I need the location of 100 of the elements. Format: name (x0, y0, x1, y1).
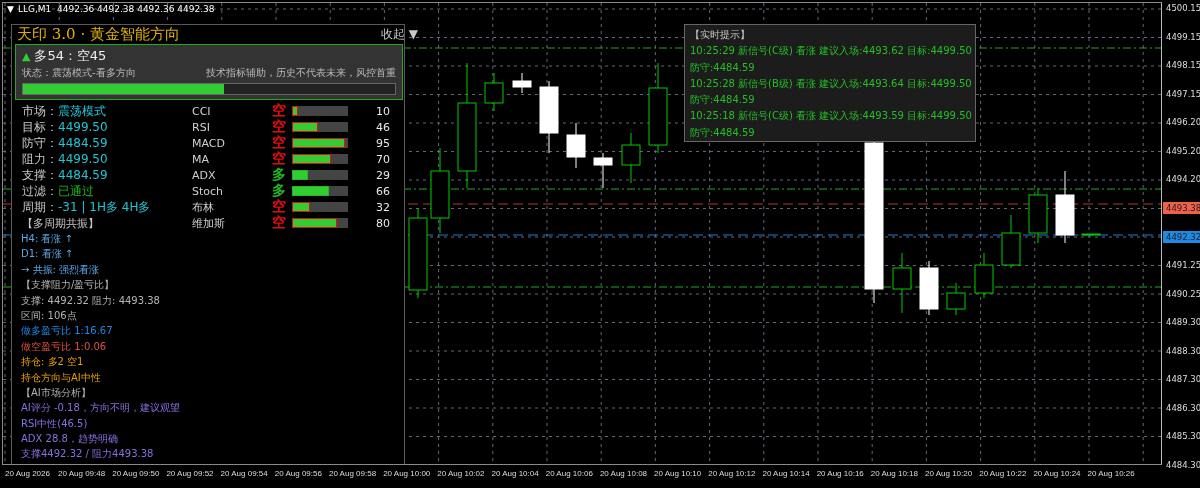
field-value: -31 | 1H多 4H多 (58, 198, 151, 216)
candle (484, 72, 504, 112)
analysis-line: 做空盈亏比 1:0.06 (21, 339, 107, 354)
time-label: 20 Aug 09:48 (58, 469, 107, 480)
alert-title: 【实时提示】 (690, 28, 751, 42)
candle (1028, 187, 1048, 244)
candle (974, 252, 994, 299)
alert-line: 10:25:28 新信号(B级) 看涨 建议入场:4493.64 目标:4499.50 (690, 76, 973, 91)
time-label: 20 Aug 2026 (5, 469, 51, 480)
price-label: 4488.30 (1165, 344, 1200, 357)
analysis-line: ADX 28.8，趋势明确 (21, 432, 118, 447)
price-label: 4499.15 (1165, 30, 1200, 43)
field-label: 防守： (22, 134, 58, 152)
indicator-value: 66 (375, 184, 390, 198)
field-value: 4499.50 (58, 120, 108, 134)
disclaimer-text: 技术指标辅助，历史不代表未来，风控首重 (206, 66, 396, 80)
alert-line: 10:25:18 新信号(C级) 看涨 建议入场:4493.59 目标:4499.50 (690, 109, 973, 124)
indicator-value: 70 (375, 152, 390, 166)
indicator-name: MA (192, 152, 209, 166)
indicator-value: 29 (375, 168, 390, 182)
candle (1081, 233, 1101, 236)
signal-text: 空 (272, 118, 286, 135)
price-label: 4494.20 (1165, 173, 1200, 186)
time-label: 20 Aug 10:26 (1087, 469, 1136, 480)
time-label: 20 Aug 10:10 (654, 469, 703, 480)
status-text: 状态：震荡模式-看多方向 (22, 66, 136, 80)
time-label: 20 Aug 10:08 (599, 469, 649, 480)
field-label: 目标： (22, 118, 58, 136)
indicator-name: ADX (192, 168, 216, 182)
indicator-value: 10 (375, 104, 390, 118)
price-label: 4491.25 (1165, 259, 1200, 272)
price-label: 4484.30 (1165, 459, 1200, 471)
signal-text: 空 (272, 198, 286, 215)
candle (892, 252, 912, 314)
price-label: 4486.30 (1165, 401, 1200, 414)
menu-icon[interactable]: ▼ (7, 4, 14, 14)
field-label: 市场： (22, 102, 58, 120)
section-heading: 【多周期共振】 (22, 215, 99, 231)
field-value: 4484.59 (58, 136, 108, 150)
price-label: 4496.20 (1165, 116, 1200, 129)
symbol-info: LLG,M1 4492.36 4492.38 4492.36 4492.38 (17, 4, 215, 14)
analysis-line: 【AI市场分析】 (21, 385, 91, 400)
candle (512, 72, 532, 94)
analysis-line: H4: 看涨 ↑ (21, 232, 73, 246)
alert-line: 防守:4484.59 (690, 125, 756, 140)
time-label: 20 Aug 09:52 (166, 469, 215, 480)
analysis-line: 支撑: 4492.32 阻力: 4493.38 (21, 293, 160, 308)
analysis-line: 持仓方向与AI中性 (21, 370, 101, 385)
candle (946, 282, 966, 316)
analysis-line: RSI中性(46.5) (21, 416, 88, 431)
signal-text: 空 (272, 150, 286, 167)
time-label: 20 Aug 09:58 (328, 469, 378, 480)
time-label: 20 Aug 10:02 (437, 469, 486, 480)
field-label: 周期： (22, 198, 58, 216)
analysis-line: 区间: 106点 (21, 308, 77, 323)
candle (919, 260, 939, 316)
collapse-button[interactable]: 收起 ▼ (380, 26, 418, 43)
up-arrow-icon: ▲ (22, 49, 31, 63)
time-label: 20 Aug 09:50 (112, 469, 161, 480)
price-label: 4485.30 (1165, 430, 1200, 443)
signal-text: 空 (272, 134, 286, 151)
alert-line: 10:25:29 新信号(C级) 看涨 建议入场:4493.62 目标:4499.50 (690, 44, 973, 59)
candle (593, 152, 613, 189)
indicator-value: 32 (375, 200, 390, 214)
field-value: 已通过 (58, 182, 94, 200)
price-label: 4487.30 (1165, 373, 1200, 386)
indicator-name: Stoch (192, 184, 224, 198)
time-label: 20 Aug 10:04 (491, 469, 540, 480)
field-value: 震荡模式 (58, 102, 106, 120)
signal-text: 多 (272, 166, 286, 183)
analysis-line: 做多盈亏比 1:16.67 (21, 324, 113, 339)
indicator-value: 46 (375, 120, 390, 134)
indicator-name: 维加斯 (192, 215, 225, 231)
analysis-line: 【支撑阻力/盈亏比】 (21, 278, 115, 293)
alert-line: 防守:4484.59 (690, 93, 756, 108)
alert-line: 防守:4484.59 (690, 60, 756, 75)
analysis-line: D1: 看涨 ↑ (21, 247, 74, 262)
candle (1001, 214, 1021, 269)
analysis-line: → 共振: 强烈看涨 (21, 262, 100, 277)
indicator-name: MACD (192, 136, 225, 150)
price-label: 4495.20 (1165, 144, 1200, 157)
time-label: 20 Aug 10:00 (383, 469, 432, 480)
candle (621, 132, 641, 184)
field-value: 4484.59 (58, 168, 108, 182)
price-label: 4497.15 (1165, 87, 1200, 100)
time-label: 20 Aug 09:56 (274, 469, 323, 480)
price-label: 4489.30 (1165, 316, 1200, 329)
field-value: 4499.50 (58, 152, 108, 166)
price-marker: 4493.38 (1163, 201, 1200, 214)
analysis-line: 持仓: 多2 空1 (21, 355, 84, 370)
price-label: 4490.25 (1165, 287, 1200, 300)
price-marker: 4492.32 (1163, 230, 1200, 243)
indicator-value: 95 (375, 136, 390, 150)
time-label: 20 Aug 10:24 (1033, 469, 1082, 480)
time-label: 20 Aug 10:14 (762, 469, 811, 480)
time-label: 20 Aug 10:20 (925, 469, 974, 480)
price-label: 4498.15 (1165, 59, 1200, 72)
indicator-name: CCI (192, 104, 211, 118)
score-text: 多54 : 空45 (34, 47, 107, 65)
time-label: 20 Aug 10:16 (816, 469, 865, 480)
